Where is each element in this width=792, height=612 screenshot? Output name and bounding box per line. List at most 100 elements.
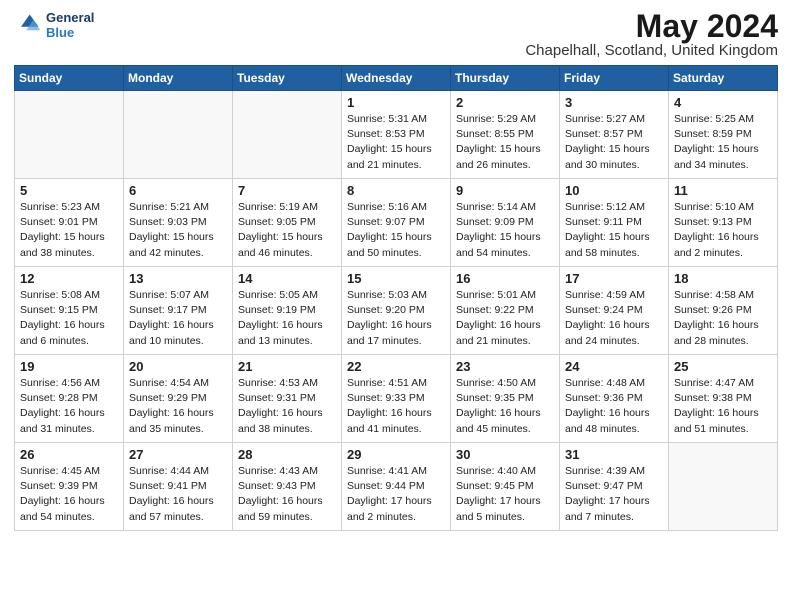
day-number: 30 xyxy=(456,447,554,462)
col-saturday: Saturday xyxy=(669,66,778,91)
day-number: 4 xyxy=(674,95,772,110)
day-number: 25 xyxy=(674,359,772,374)
day-info: Sunrise: 4:39 AM Sunset: 9:47 PM Dayligh… xyxy=(565,464,663,525)
day-info: Sunrise: 5:19 AM Sunset: 9:05 PM Dayligh… xyxy=(238,200,336,261)
table-row: 31 Sunrise: 4:39 AM Sunset: 9:47 PM Dayli… xyxy=(560,443,669,531)
table-row: 22 Sunrise: 4:51 AM Sunset: 9:33 PM Dayli… xyxy=(342,355,451,443)
day-number: 18 xyxy=(674,271,772,286)
day-info: Sunrise: 4:43 AM Sunset: 9:43 PM Dayligh… xyxy=(238,464,336,525)
day-info: Sunrise: 5:10 AM Sunset: 9:13 PM Dayligh… xyxy=(674,200,772,261)
day-info: Sunrise: 5:08 AM Sunset: 9:15 PM Dayligh… xyxy=(20,288,118,349)
table-row: 13Sunrise: 5:07 AM Sunset: 9:17 PM Dayli… xyxy=(124,267,233,355)
day-number: 2 xyxy=(456,95,554,110)
header: General Blue May 2024 Chapelhall, Scotla… xyxy=(14,10,778,59)
table-row: 1Sunrise: 5:31 AM Sunset: 8:53 PM Daylig… xyxy=(342,91,451,179)
table-row: 25 Sunrise: 4:47 AM Sunset: 9:38 PM Dayli… xyxy=(669,355,778,443)
day-number: 19 xyxy=(20,359,118,374)
table-row: 20 Sunrise: 4:54 AM Sunset: 9:29 PM Dayli… xyxy=(124,355,233,443)
table-row: 11 Sunrise: 5:10 AM Sunset: 9:13 PM Dayli… xyxy=(669,179,778,267)
day-info: Sunrise: 4:51 AM Sunset: 9:33 PM Dayligh… xyxy=(347,376,445,437)
location: Chapelhall, Scotland, United Kingdom xyxy=(525,42,778,59)
day-info: Sunrise: 5:21 AM Sunset: 9:03 PM Dayligh… xyxy=(129,200,227,261)
day-number: 12 xyxy=(20,271,118,286)
month-title: May 2024 xyxy=(525,10,778,42)
table-row: 18Sunrise: 4:58 AM Sunset: 9:26 PM Dayli… xyxy=(669,267,778,355)
day-info: Sunrise: 5:27 AM Sunset: 8:57 PM Dayligh… xyxy=(565,112,663,173)
day-number: 5 xyxy=(20,183,118,198)
day-info: Sunrise: 5:16 AM Sunset: 9:07 PM Dayligh… xyxy=(347,200,445,261)
table-row: 12 Sunrise: 5:08 AM Sunset: 9:15 PM Dayli… xyxy=(15,267,124,355)
table-row: 14 Sunrise: 5:05 AM Sunset: 9:19 PM Dayli… xyxy=(233,267,342,355)
table-row xyxy=(15,91,124,179)
table-row: 19 Sunrise: 4:56 AM Sunset: 9:28 PM Dayli… xyxy=(15,355,124,443)
day-number: 9 xyxy=(456,183,554,198)
day-number: 29 xyxy=(347,447,445,462)
day-number: 26 xyxy=(20,447,118,462)
calendar-week-row: 19 Sunrise: 4:56 AM Sunset: 9:28 PM Dayli… xyxy=(15,355,778,443)
day-number: 23 xyxy=(456,359,554,374)
table-row: 23 Sunrise: 4:50 AM Sunset: 9:35 PM Dayli… xyxy=(451,355,560,443)
table-row: 17 Sunrise: 4:59 AM Sunset: 9:24 PM Dayli… xyxy=(560,267,669,355)
table-row: 6 Sunrise: 5:21 AM Sunset: 9:03 PM Daylig… xyxy=(124,179,233,267)
day-info: Sunrise: 4:47 AM Sunset: 9:38 PM Dayligh… xyxy=(674,376,772,437)
day-number: 27 xyxy=(129,447,227,462)
day-info: Sunrise: 4:56 AM Sunset: 9:28 PM Dayligh… xyxy=(20,376,118,437)
day-number: 6 xyxy=(129,183,227,198)
day-number: 16 xyxy=(456,271,554,286)
day-number: 3 xyxy=(565,95,663,110)
table-row: 4Sunrise: 5:25 AM Sunset: 8:59 PM Daylig… xyxy=(669,91,778,179)
table-row: 30Sunrise: 4:40 AM Sunset: 9:45 PM Dayli… xyxy=(451,443,560,531)
day-number: 11 xyxy=(674,183,772,198)
day-info: Sunrise: 4:59 AM Sunset: 9:24 PM Dayligh… xyxy=(565,288,663,349)
day-info: Sunrise: 5:31 AM Sunset: 8:53 PM Dayligh… xyxy=(347,112,445,173)
table-row: 9 Sunrise: 5:14 AM Sunset: 9:09 PM Daylig… xyxy=(451,179,560,267)
col-sunday: Sunday xyxy=(15,66,124,91)
table-row: 26 Sunrise: 4:45 AM Sunset: 9:39 PM Dayli… xyxy=(15,443,124,531)
title-block: May 2024 Chapelhall, Scotland, United Ki… xyxy=(525,10,778,59)
day-info: Sunrise: 4:41 AM Sunset: 9:44 PM Dayligh… xyxy=(347,464,445,525)
day-number: 22 xyxy=(347,359,445,374)
calendar-header-row: Sunday Monday Tuesday Wednesday Thursday… xyxy=(15,66,778,91)
calendar-week-row: 1Sunrise: 5:31 AM Sunset: 8:53 PM Daylig… xyxy=(15,91,778,179)
table-row: 29 Sunrise: 4:41 AM Sunset: 9:44 PM Dayli… xyxy=(342,443,451,531)
col-thursday: Thursday xyxy=(451,66,560,91)
day-number: 13 xyxy=(129,271,227,286)
day-number: 21 xyxy=(238,359,336,374)
table-row: 21Sunrise: 4:53 AM Sunset: 9:31 PM Dayli… xyxy=(233,355,342,443)
day-info: Sunrise: 5:03 AM Sunset: 9:20 PM Dayligh… xyxy=(347,288,445,349)
calendar-table: Sunday Monday Tuesday Wednesday Thursday… xyxy=(14,65,778,531)
day-number: 14 xyxy=(238,271,336,286)
table-row: 8 Sunrise: 5:16 AM Sunset: 9:07 PM Daylig… xyxy=(342,179,451,267)
day-number: 8 xyxy=(347,183,445,198)
day-info: Sunrise: 4:45 AM Sunset: 9:39 PM Dayligh… xyxy=(20,464,118,525)
table-row: 10 Sunrise: 5:12 AM Sunset: 9:11 PM Dayli… xyxy=(560,179,669,267)
table-row: 28Sunrise: 4:43 AM Sunset: 9:43 PM Dayli… xyxy=(233,443,342,531)
day-info: Sunrise: 4:50 AM Sunset: 9:35 PM Dayligh… xyxy=(456,376,554,437)
table-row: 5 Sunrise: 5:23 AM Sunset: 9:01 PM Daylig… xyxy=(15,179,124,267)
calendar-week-row: 12 Sunrise: 5:08 AM Sunset: 9:15 PM Dayli… xyxy=(15,267,778,355)
calendar-page: General Blue May 2024 Chapelhall, Scotla… xyxy=(0,0,792,612)
table-row xyxy=(669,443,778,531)
day-number: 31 xyxy=(565,447,663,462)
day-number: 10 xyxy=(565,183,663,198)
day-info: Sunrise: 5:12 AM Sunset: 9:11 PM Dayligh… xyxy=(565,200,663,261)
table-row: 24 Sunrise: 4:48 AM Sunset: 9:36 PM Dayli… xyxy=(560,355,669,443)
day-info: Sunrise: 5:05 AM Sunset: 9:19 PM Dayligh… xyxy=(238,288,336,349)
table-row: 16Sunrise: 5:01 AM Sunset: 9:22 PM Dayli… xyxy=(451,267,560,355)
day-info: Sunrise: 4:48 AM Sunset: 9:36 PM Dayligh… xyxy=(565,376,663,437)
day-number: 24 xyxy=(565,359,663,374)
table-row: 15 Sunrise: 5:03 AM Sunset: 9:20 PM Dayli… xyxy=(342,267,451,355)
table-row: 2 Sunrise: 5:29 AM Sunset: 8:55 PM Daylig… xyxy=(451,91,560,179)
day-number: 15 xyxy=(347,271,445,286)
day-info: Sunrise: 5:29 AM Sunset: 8:55 PM Dayligh… xyxy=(456,112,554,173)
day-info: Sunrise: 5:14 AM Sunset: 9:09 PM Dayligh… xyxy=(456,200,554,261)
day-number: 20 xyxy=(129,359,227,374)
day-info: Sunrise: 5:23 AM Sunset: 9:01 PM Dayligh… xyxy=(20,200,118,261)
day-info: Sunrise: 4:54 AM Sunset: 9:29 PM Dayligh… xyxy=(129,376,227,437)
day-number: 17 xyxy=(565,271,663,286)
table-row xyxy=(124,91,233,179)
col-tuesday: Tuesday xyxy=(233,66,342,91)
table-row: 27 Sunrise: 4:44 AM Sunset: 9:41 PM Dayli… xyxy=(124,443,233,531)
day-info: Sunrise: 4:44 AM Sunset: 9:41 PM Dayligh… xyxy=(129,464,227,525)
table-row: 7Sunrise: 5:19 AM Sunset: 9:05 PM Daylig… xyxy=(233,179,342,267)
